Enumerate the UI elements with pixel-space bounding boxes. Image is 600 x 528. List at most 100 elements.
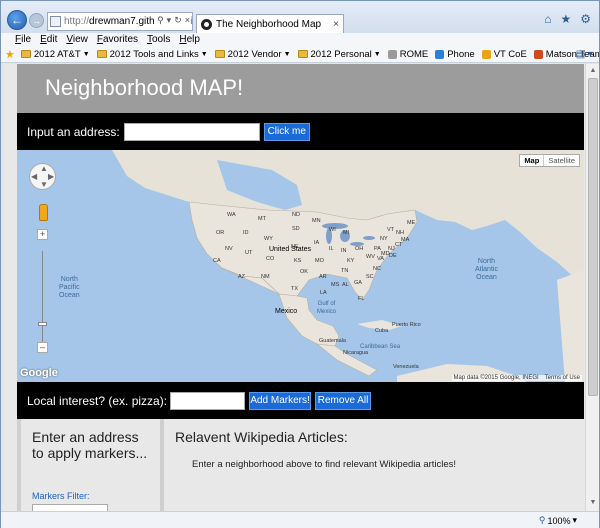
- address-label: Input an address:: [27, 124, 120, 139]
- vertical-scrollbar[interactable]: ▲ ▼: [585, 64, 599, 511]
- browser-tab[interactable]: The Neighborhood Map ×: [196, 14, 344, 33]
- map-attribution: Map data ©2015 Google, INEGI Terms of Us…: [451, 375, 582, 381]
- close-icon[interactable]: ×: [185, 15, 190, 26]
- map-label-guatemala: Guatemala: [319, 338, 346, 344]
- state-label: WI: [329, 227, 336, 233]
- favorite-folder-personal[interactable]: 2012 Personal ▼: [297, 49, 381, 60]
- state-label: MS: [331, 282, 340, 288]
- zoom-magnifier-icon: ⚲: [538, 515, 546, 525]
- browser-window: ← → http://drewman7.github.io/neigl ⚲ ▾ …: [0, 0, 600, 528]
- chevron-down-icon: ▼: [200, 50, 208, 58]
- map-canvas: [17, 150, 584, 382]
- scroll-thumb[interactable]: [588, 78, 598, 396]
- state-label: WV: [366, 254, 375, 260]
- settings-gear-icon[interactable]: ⚙: [580, 12, 591, 26]
- zoom-slider-track[interactable]: [42, 251, 43, 347]
- menu-view[interactable]: View: [66, 34, 88, 45]
- wikipedia-panel: Relavent Wikipedia Articles: Enter a nei…: [166, 419, 584, 511]
- state-label: OR: [216, 230, 225, 236]
- state-label: CT: [395, 242, 403, 248]
- pan-control[interactable]: ▲ ◀ ▶ ▼: [29, 163, 56, 190]
- zoom-in-button[interactable]: +: [37, 229, 48, 240]
- refresh-icon[interactable]: ↻: [174, 15, 182, 26]
- map-label-venezuela: Venezuela: [393, 364, 419, 370]
- state-label: TN: [341, 268, 349, 274]
- state-label: KS: [294, 258, 302, 264]
- remove-all-button[interactable]: Remove All: [315, 391, 372, 410]
- markers-panel: Enter an address to apply markers... Mar…: [17, 419, 164, 511]
- favorite-vtcoe[interactable]: VT CoE: [481, 48, 527, 60]
- map-label-puerto-rico: Puerto Rico: [392, 322, 421, 328]
- terms-of-use-link[interactable]: Terms of Use: [545, 375, 580, 381]
- favorites-star-icon[interactable]: ★: [560, 12, 571, 26]
- scroll-up-icon[interactable]: ▲: [588, 66, 598, 76]
- browser-right-icons: ⌂ ★ ⚙: [544, 12, 591, 26]
- click-me-button[interactable]: Click me: [263, 122, 310, 141]
- zoom-slider-handle[interactable]: [38, 322, 47, 326]
- favorite-rome[interactable]: ROME: [387, 49, 428, 60]
- back-button[interactable]: ←: [7, 10, 27, 30]
- menu-help[interactable]: Help: [179, 34, 200, 45]
- menu-edit[interactable]: Edit: [40, 34, 57, 45]
- favorite-label: VT CoE: [493, 48, 527, 60]
- zoom-out-button[interactable]: –: [37, 342, 48, 353]
- state-label: DE: [389, 253, 397, 259]
- state-label: OK: [300, 269, 308, 275]
- state-label: IA: [314, 240, 320, 246]
- address-input[interactable]: [123, 122, 260, 141]
- dropdown-icon[interactable]: ▾: [167, 15, 172, 26]
- map-label-gulf: Gulf of Mexico: [317, 300, 336, 316]
- menu-bar: File Edit View Favorites Tools Help: [1, 33, 599, 46]
- state-label: KY: [347, 258, 355, 264]
- state-label: WA: [227, 212, 236, 218]
- phone-site-icon: [435, 49, 445, 59]
- state-label: AL: [342, 282, 349, 288]
- scroll-down-icon[interactable]: ▼: [588, 498, 598, 508]
- add-markers-button[interactable]: Add Markers!: [249, 391, 312, 410]
- page-header: Neighborhood MAP!: [17, 64, 584, 113]
- browser-titlebar: ← → http://drewman7.github.io/neigl ⚲ ▾ …: [1, 1, 599, 33]
- search-icon[interactable]: ⚲: [157, 15, 164, 26]
- label-text: North Pacific Ocean: [59, 276, 80, 299]
- state-label: SC: [366, 274, 374, 280]
- menu-tools[interactable]: Tools: [147, 34, 170, 45]
- favorites-star-icon[interactable]: ★: [5, 48, 15, 61]
- chevron-down-icon: ▼: [82, 50, 90, 58]
- favorite-label: Phone: [447, 48, 475, 60]
- pan-up-icon[interactable]: ▲: [40, 164, 48, 173]
- address-bar[interactable]: http://drewman7.github.io/neigl ⚲ ▾ ↻ ×: [47, 12, 193, 31]
- forward-button[interactable]: →: [29, 13, 44, 28]
- pan-left-icon[interactable]: ◀: [31, 172, 37, 181]
- pan-right-icon[interactable]: ▶: [48, 172, 54, 181]
- favorite-folder-att[interactable]: 2012 AT&T ▼: [20, 49, 90, 60]
- map-type-map-button[interactable]: Map: [520, 155, 543, 166]
- tab-close-icon[interactable]: ×: [333, 19, 339, 30]
- folder-icon: [20, 50, 31, 58]
- chevron-down-icon: ▼: [283, 50, 291, 58]
- menu-favorites[interactable]: Favorites: [97, 34, 138, 45]
- favorite-folder-tools[interactable]: 2012 Tools and Links ▼: [96, 49, 208, 60]
- map-type-control: Map Satellite: [519, 154, 580, 167]
- wikipedia-message: Enter a neighborhood above to find relev…: [192, 459, 457, 470]
- interest-input[interactable]: [170, 391, 246, 410]
- zoom-control[interactable]: ⚲ 100% ▾: [539, 515, 577, 526]
- google-map[interactable]: North Pacific Ocean North Atlantic Ocean…: [17, 150, 584, 382]
- state-label: ND: [292, 212, 300, 218]
- state-label: MO: [315, 258, 324, 264]
- favorite-folder-vendor[interactable]: 2012 Vendor ▼: [214, 48, 291, 60]
- home-icon[interactable]: ⌂: [544, 12, 551, 26]
- state-label: SD: [292, 226, 300, 232]
- favorite-phone[interactable]: Phone: [435, 48, 475, 60]
- compat-view-icon[interactable]: ▤ ▾: [576, 49, 593, 60]
- map-label-mexico: Mexico: [275, 308, 298, 315]
- menu-file[interactable]: File: [15, 34, 31, 45]
- markers-filter-input[interactable]: [32, 504, 108, 511]
- address-search-bar: Input an address: Click me: [17, 113, 584, 150]
- favorite-label: 2012 Vendor: [227, 48, 282, 60]
- pan-down-icon[interactable]: ▼: [40, 180, 48, 189]
- map-label-caribbean: Caribbean Sea: [360, 344, 401, 350]
- state-label: MI: [343, 230, 350, 236]
- markers-prompt: Enter an address to apply markers...: [32, 429, 148, 461]
- map-type-satellite-button[interactable]: Satellite: [543, 155, 579, 166]
- street-view-pegman-icon[interactable]: [39, 204, 48, 221]
